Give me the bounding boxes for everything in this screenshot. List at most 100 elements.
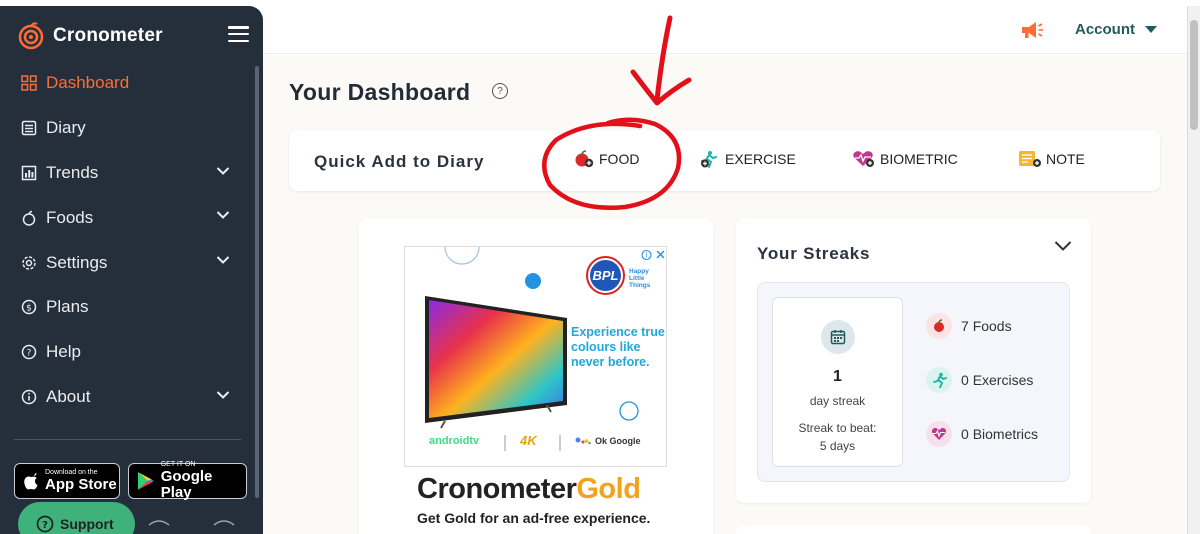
advertisement[interactable]: i BPL Happy Little Things Experience tru…: [404, 246, 667, 467]
brand[interactable]: Cronometer: [17, 22, 163, 50]
stat-foods-value: 7: [961, 318, 969, 334]
quick-add-note-label: NOTE: [1046, 151, 1085, 167]
apple-icon: [20, 209, 37, 226]
chevron-down-icon[interactable]: [216, 210, 230, 220]
sidebar-item-diary[interactable]: Diary: [0, 106, 252, 151]
gold-title-b: Gold: [576, 473, 641, 505]
calendar-icon: [821, 320, 855, 354]
streaks-card: Your Streaks 1 day streak Streak to beat…: [736, 218, 1091, 503]
page-scrollbar[interactable]: [1187, 6, 1200, 534]
sidebar-item-settings[interactable]: Settings: [0, 240, 252, 285]
chevron-down-icon[interactable]: [216, 255, 230, 265]
sidebar-item-label: About: [46, 386, 91, 406]
ok-google-label: Ok Google: [595, 436, 641, 446]
next-card: [736, 525, 1091, 534]
megaphone-icon[interactable]: [1020, 20, 1044, 40]
sidebar-item-trends[interactable]: Trends: [0, 151, 252, 196]
svg-text:?: ?: [26, 349, 31, 359]
support-button[interactable]: ? Support: [18, 502, 135, 534]
sidebar-item-label: Plans: [46, 297, 89, 317]
stat-exercises: 0 Exercises: [926, 367, 1033, 393]
google-play-icon: [137, 472, 154, 490]
streak-to-beat-value: 5 days: [819, 439, 856, 453]
bpl-logo: BPL: [586, 256, 625, 295]
streaks-title: Your Streaks: [757, 244, 871, 263]
sidebar-item-label: Dashboard: [46, 73, 130, 93]
brand-name: Cronometer: [53, 25, 163, 46]
apple-logo-icon: [24, 472, 38, 489]
note-add-icon: [1019, 151, 1041, 167]
gear-icon: [20, 254, 37, 271]
gold-title[interactable]: CronometerGold: [417, 473, 641, 506]
bpl-tagline: Happy Little Things: [629, 268, 651, 289]
quick-add-biometric[interactable]: BIOMETRIC: [852, 150, 958, 168]
help-icon[interactable]: ?: [492, 83, 508, 99]
diary-icon: [20, 120, 37, 137]
partial-icon: [213, 520, 235, 526]
google-play-big: Google Play: [160, 468, 213, 501]
streaks-panel: 1 day streak Streak to beat: 5 days 7 Fo…: [757, 282, 1070, 482]
page-scrollbar-thumb[interactable]: [1190, 20, 1198, 130]
stat-biometrics-value: 0: [961, 426, 969, 442]
top-header: Account: [263, 6, 1187, 54]
stat-biometrics-label: Biometrics: [972, 426, 1039, 442]
streak-to-beat: Streak to beat: 5 days: [773, 419, 902, 455]
heart-pulse-icon: [926, 421, 952, 447]
running-icon: [926, 367, 952, 393]
streak-to-beat-label: Streak to beat:: [798, 421, 877, 435]
menu-toggle-icon[interactable]: [228, 26, 249, 42]
ad-info-icon[interactable]: i: [641, 249, 666, 261]
streak-count: 1: [833, 368, 842, 385]
sidebar-item-label: Help: [46, 342, 81, 362]
quick-add-panel: Quick Add to Diary FOOD EXERCISE BIOMETR…: [289, 130, 1160, 191]
exercise-add-icon: [701, 151, 717, 168]
food-add-icon: [575, 150, 594, 168]
account-label: Account: [1075, 21, 1135, 38]
ad-headline: Experience true colours like never befor…: [571, 325, 665, 369]
chevron-down-icon[interactable]: [216, 166, 230, 176]
quick-add-food[interactable]: FOOD: [573, 150, 639, 168]
dashboard-icon: [20, 75, 37, 92]
biometric-add-icon: [853, 151, 874, 167]
sidebar-item-label: Trends: [46, 162, 99, 182]
app-store-big: App Store: [45, 476, 117, 493]
sidebar-item-dashboard[interactable]: Dashboard: [0, 61, 252, 106]
quick-add-note[interactable]: NOTE: [1018, 150, 1085, 168]
sidebar-nav: Dashboard Diary Trends Foods Settings $ …: [0, 61, 252, 419]
stat-exercises-label: Exercises: [972, 372, 1034, 388]
support-label: Support: [60, 516, 114, 532]
stat-foods-text: 7 Foods: [961, 318, 1012, 334]
sidebar: Cronometer Dashboard Diary Trends Foods …: [0, 6, 263, 534]
chevron-down-icon[interactable]: [1054, 240, 1072, 252]
cronometer-logo-icon: [18, 22, 44, 50]
sidebar-divider: [14, 439, 241, 440]
google-play-button[interactable]: GET IT ON Google Play: [128, 461, 247, 501]
quick-add-exercise[interactable]: EXERCISE: [699, 150, 796, 168]
main-content: Your Dashboard ? Quick Add to Diary FOOD…: [263, 55, 1187, 534]
sidebar-item-plans[interactable]: $ Plans: [0, 285, 252, 330]
apple-icon: [926, 313, 952, 339]
chevron-down-icon[interactable]: [216, 390, 230, 400]
sidebar-item-label: Settings: [46, 252, 108, 272]
quick-add-food-label: FOOD: [599, 151, 640, 167]
sidebar-item-help[interactable]: ? Help: [0, 330, 252, 375]
gold-title-a: Cronometer: [417, 473, 577, 505]
google-assistant-icon: [575, 437, 591, 445]
gold-subtitle[interactable]: Get Gold for an ad-free experience.: [417, 510, 650, 526]
stat-biometrics-text: 0 Biometrics: [961, 426, 1038, 442]
account-menu[interactable]: Account: [1075, 21, 1157, 38]
bpl-logo-text: BPL: [590, 260, 621, 291]
sidebar-item-foods[interactable]: Foods: [0, 195, 252, 240]
streak-count-label: day streak: [809, 394, 866, 408]
app-store-button[interactable]: Download on the App Store: [14, 463, 120, 499]
trends-icon: [20, 164, 37, 181]
info-icon: [20, 388, 37, 405]
caret-down-icon: [1145, 25, 1157, 33]
svg-text:$: $: [26, 304, 32, 314]
sidebar-item-about[interactable]: About: [0, 375, 252, 420]
quick-add-title: Quick Add to Diary: [314, 152, 485, 171]
page-title: Your Dashboard: [289, 79, 471, 105]
sidebar-scrollbar[interactable]: [255, 66, 259, 498]
stat-foods-label: Foods: [972, 318, 1012, 334]
ad-card: i BPL Happy Little Things Experience tru…: [359, 218, 713, 534]
